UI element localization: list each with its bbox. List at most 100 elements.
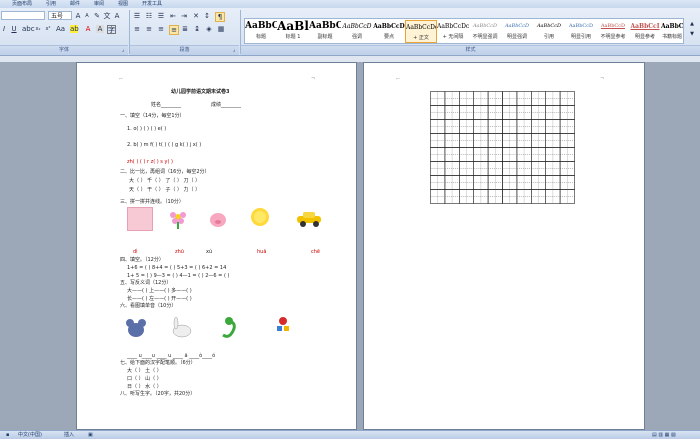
menu-references[interactable]: 引用 (46, 0, 56, 8)
pinyin-word: chē (311, 249, 320, 255)
enclosed-char-icon[interactable]: 字 (107, 25, 116, 34)
justify-icon[interactable]: ≡ (169, 25, 179, 35)
underline-icon[interactable]: U (10, 25, 18, 33)
shrink-font-icon[interactable]: A (83, 12, 91, 20)
style-subtle-reference[interactable]: AaBbCcD 不明显参考 (597, 20, 629, 43)
italic-icon[interactable]: I (0, 25, 8, 33)
menu-review[interactable]: 审阅 (94, 0, 104, 8)
section-2-heading: 二、比一比，再组词（16分，每空2分） (120, 169, 210, 175)
section-1-row: zh( ) ( ) r z( ) s y( ) (127, 159, 173, 165)
section-1-heading: 一、填空（14分，每空1分） (120, 113, 185, 119)
style-title[interactable]: AaBbC 标题 (245, 20, 277, 43)
change-case-icon[interactable]: Aa (56, 25, 65, 33)
section-4-row: 1+ 5 = ( ) 9—3 = ( ) 4—1 = ( ) 2—6 = ( ) (127, 273, 230, 279)
snake-image (219, 315, 239, 339)
char-border-icon[interactable]: A (113, 12, 121, 20)
section-5-heading: 五、写反义词（12分） (120, 280, 172, 286)
multilevel-list-icon[interactable]: ☰ (157, 12, 165, 20)
numbering-icon[interactable]: ☷ (145, 12, 153, 20)
menu-mailings[interactable]: 邮件 (70, 0, 80, 8)
chinese-layout-icon[interactable]: ✕ (192, 12, 200, 20)
crop-mark: ¬ (600, 76, 605, 82)
menu-page-layout[interactable]: 页面布局 (12, 0, 32, 8)
section-5-row: 长——( ) 左——( ) 开——( ) (127, 296, 192, 302)
clear-format-icon[interactable]: ✎ (93, 12, 101, 20)
style-subtitle[interactable]: AaBbC 副标题 (309, 20, 341, 43)
pinyin-word: huā (257, 249, 267, 255)
font-group-label: 字体 (0, 45, 128, 55)
section-7-row: 大（ ） 土（ ） (127, 368, 162, 374)
style-heading-1[interactable]: AaBl 标题 1 (277, 20, 309, 43)
style-quote[interactable]: AaBbCcD 引用 (533, 20, 565, 43)
align-left-icon[interactable]: ≡ (133, 25, 141, 33)
paragraph-dialog-launcher-icon[interactable]: ⌟ (230, 46, 238, 54)
baby-image (127, 207, 153, 231)
document-page-2[interactable]: ⌐ ¬ (363, 62, 645, 430)
strikethrough-icon[interactable]: abc (22, 25, 35, 33)
section-1-row: 1. o( ) ( ) ( ) e( ) (127, 126, 167, 132)
decrease-indent-icon[interactable]: ⇤ (169, 12, 177, 20)
toy-image (273, 315, 293, 335)
section-6-blanks: ____ u____u ____ u ____ ä ____ò____ó (127, 353, 216, 359)
flower-image (168, 209, 188, 229)
exam-title: 幼儿园学前语文期末试卷3 (171, 89, 230, 95)
style-subtle-emphasis[interactable]: AaBbCcD 不明显强调 (469, 20, 501, 43)
style-emphasis[interactable]: AaBbCcD 强调 (341, 20, 373, 43)
rabbit-image (169, 316, 193, 339)
ribbon: 五号 A A ✎ 文 A I U abc x₂ x² Aa ab A A 字 字… (0, 8, 700, 56)
section-6-heading: 六、看图填单音（10分） (120, 303, 177, 309)
align-right-icon[interactable]: ≡ (157, 25, 165, 33)
section-1-row: 2. b( ) m f( ) t( ) ( ) g k( ) j x( ) (127, 142, 202, 148)
section-4-row: 1+6 = ( ) 8+4 = ( ) 5+3 = ( ) 6+2 = 14 (127, 265, 227, 271)
increase-indent-icon[interactable]: ⇥ (180, 12, 188, 20)
section-7-row: 口（ ） 山（ ） (127, 376, 162, 382)
styles-group-label: 样式 (241, 45, 700, 55)
section-3-heading: 三、拼一拼并连线。（10分） (120, 199, 184, 205)
sun-image (250, 207, 270, 227)
font-name-box[interactable] (1, 11, 45, 20)
dictation-grid (430, 91, 575, 204)
line-spacing-icon[interactable]: ↨ (193, 25, 201, 33)
font-size-box[interactable]: 五号 (48, 11, 72, 20)
section-7-heading: 七、给下面的汉字配笔顺。（6分） (120, 360, 196, 366)
menu-developer[interactable]: 开发工具 (142, 0, 162, 8)
styles-gallery: AaBbC 标题 AaBl 标题 1 AaBbC 副标题 AaBbCcD 强调 AaBb… (244, 18, 684, 44)
style-strong[interactable]: AaBbCcD 要点 (373, 20, 405, 43)
style-no-spacing[interactable]: AaBbCcDc + 无间隔 (437, 20, 469, 43)
score-field: 成绩________ (211, 102, 242, 108)
style-intense-quote[interactable]: AaBbCcD 明显引用 (565, 20, 597, 43)
styles-scroll-up-icon[interactable]: ▲ (688, 20, 696, 28)
borders-icon[interactable]: ▦ (217, 25, 225, 33)
show-marks-icon[interactable]: ¶ (215, 12, 225, 22)
highlight-icon[interactable]: ab (70, 25, 79, 33)
phonetic-guide-icon[interactable]: 文 (103, 12, 111, 20)
distributed-icon[interactable]: ≣ (181, 25, 189, 33)
style-intense-emphasis[interactable]: AaBbCcD 明显强调 (501, 20, 533, 43)
bullets-icon[interactable]: ☰ (133, 12, 141, 20)
car-image (295, 211, 323, 227)
mouse-image (125, 317, 147, 339)
section-4-heading: 四、填空。（12分） (120, 257, 164, 263)
superscript-icon[interactable]: x² (44, 25, 52, 33)
style-intense-reference[interactable]: AaBbCcI 明显参考 (629, 20, 661, 43)
subscript-icon[interactable]: x₂ (34, 25, 42, 33)
font-color-icon[interactable]: A (84, 25, 92, 33)
char-shading-icon[interactable]: A (96, 25, 104, 33)
crop-mark: ⌐ (396, 76, 401, 82)
pinyin-word: dì (133, 249, 138, 255)
section-5-row: 大——( ) 上——( ) 多——( ) (127, 288, 192, 294)
align-center-icon[interactable]: ≡ (145, 25, 153, 33)
document-page-1[interactable]: ⌐ ¬ 幼儿园学前语文期末试卷3 姓名________ 成绩________ 一… (76, 62, 357, 430)
style-normal[interactable]: AaBbCcDc + 正文 (405, 20, 437, 43)
section-2-row: 大（ ） 千（ ） 了（ ） 刀（ ） (129, 178, 201, 184)
shading-icon[interactable]: ◈ (205, 25, 213, 33)
style-book-title[interactable]: AaBbCcI书籍标题 (661, 20, 683, 43)
styles-scroll-down-icon[interactable]: ▼ (688, 30, 696, 38)
font-dialog-launcher-icon[interactable]: ⌟ (119, 46, 127, 54)
menu-view[interactable]: 视图 (118, 0, 128, 8)
sort-icon[interactable]: ↕ (203, 12, 211, 20)
section-2-row: 天（ ） 干（ ） 子（ ） 力（ ） (129, 187, 201, 193)
section-8-heading: 八、听写生字。（20字，共20分） (120, 391, 196, 397)
grow-font-icon[interactable]: A (74, 12, 82, 20)
crop-mark: ⌐ (119, 76, 124, 82)
